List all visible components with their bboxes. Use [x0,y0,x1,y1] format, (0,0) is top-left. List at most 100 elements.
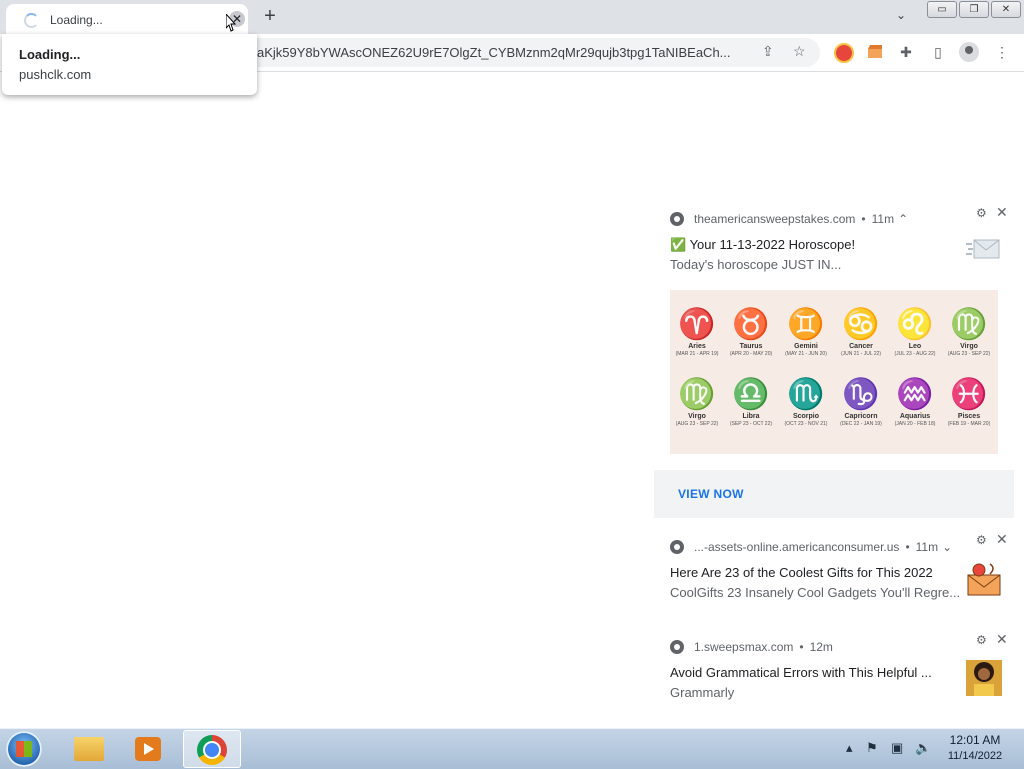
zodiac-dates: (MAY 21 - JUN 20) [785,351,827,357]
clapperboard-extension-icon[interactable] [867,44,883,58]
notification-settings-gear-icon[interactable]: ⚙ [976,633,987,647]
extension-icon[interactable] [834,43,854,63]
taskbar-chrome[interactable] [183,730,241,768]
system-clock[interactable]: 12:01 AM 11/14/2022 [940,732,1010,764]
zodiac-sign: ♑ Capricorn (DEC 22 - JAN 19) [834,378,888,428]
zodiac-sign: ♍ Virgo (AUG 23 - SEP 22) [942,308,996,358]
zodiac-name: Cancer [849,343,873,350]
zodiac-sign: ♏ Scorpio (OCT 23 - NOV 21) [779,378,833,428]
bookmark-star-icon[interactable]: ☆ [793,43,806,60]
collapse-chevron-icon[interactable]: ⌃ [898,212,908,226]
notification-header: 1.sweepsmax.com • 12m [670,639,833,655]
folder-icon [74,737,104,761]
zodiac-dates: (JAN 20 - FEB 18) [894,421,936,427]
hover-card-domain: pushclk.com [19,67,92,82]
tab-hover-card: Loading... pushclk.com [2,34,257,95]
zodiac-dates: (OCT 23 - NOV 21) [784,421,828,427]
loading-spinner-icon [24,13,39,28]
side-panel-icon[interactable]: ▯ [928,42,948,62]
zodiac-name: Pisces [957,413,981,420]
expand-chevron-icon[interactable]: ⌄ [942,540,952,554]
address-url[interactable]: aKjk59Y8bYWAscONEZ62U9rE7OlgZt_CYBMznm2q… [257,45,747,60]
view-now-label: VIEW NOW [678,487,744,501]
windows-taskbar: ▴ ⚑ ▣ 🔈 12:01 AM 11/14/2022 [0,728,1024,769]
notification-close-icon[interactable]: ✕ [996,631,1008,648]
tab-search-button[interactable]: ⌄ [896,8,906,22]
zodiac-glyph: ♓ [950,377,988,412]
chevron-up-icon[interactable]: ▴ [846,740,853,756]
taskbar-explorer[interactable] [60,730,118,768]
taskbar-media-player[interactable] [120,730,178,768]
start-button[interactable] [6,731,42,767]
gift-envelope-icon [967,563,1001,596]
zodiac-name: Gemini [794,343,818,350]
hover-card-title: Loading... [19,47,81,62]
zodiac-name: Aquarius [899,413,931,420]
zodiac-sign: ♓ Pisces (FEB 19 - MAR 20) [942,378,996,428]
notification-header: ...-assets-online.americanconsumer.us • … [670,539,952,555]
address-bar[interactable]: aKjk59Y8bYWAscONEZ62U9rE7OlgZt_CYBMznm2q… [240,38,820,67]
view-now-button[interactable]: VIEW NOW [654,470,1014,518]
notification-settings-gear-icon[interactable]: ⚙ [976,533,987,547]
maximize-button[interactable]: ❐ [959,1,989,18]
zodiac-glyph: ♈ [678,307,716,342]
notification-source: ...-assets-online.americanconsumer.us [694,540,900,554]
zodiac-name: Taurus [739,343,763,350]
zodiac-dates: (MAR 21 - APR 19) [675,351,719,357]
zodiac-dates: (DEC 22 - JAN 19) [840,421,882,427]
notification-body: CoolGifts 23 Insanely Cool Gadgets You'l… [670,585,961,600]
notification-age: 12m [809,640,833,654]
notification-age: 11m [915,540,939,554]
minimize-button[interactable]: ▭ [927,1,957,18]
close-window-button[interactable]: ✕ [991,1,1021,18]
notification-source: 1.sweepsmax.com [694,640,794,654]
zodiac-dates: (APR 20 - MAY 20) [729,351,773,357]
flag-icon[interactable]: ⚑ [866,740,878,756]
zodiac-glyph: ♑ [842,377,880,412]
zodiac-glyph: ♌ [896,307,934,342]
zodiac-glyph: ♎ [732,377,770,412]
chrome-icon [670,640,684,654]
profile-avatar[interactable] [959,42,979,62]
chrome-icon [670,212,684,226]
zodiac-name: Libra [742,413,760,420]
zodiac-glyph: ♊ [787,307,825,342]
zodiac-name: Leo [908,343,922,350]
zodiac-name: Virgo [688,413,706,420]
horoscope-image: ♈ Aries (MAR 21 - APR 19) ♉ Taurus (APR … [670,290,998,454]
tab-title: Loading... [50,13,103,27]
browser-tab[interactable]: Loading... ✕ [6,4,248,34]
notification-source: theamericansweepstakes.com [694,212,856,226]
zodiac-glyph: ♒ [896,377,934,412]
separator-dot: • [905,540,910,554]
mouse-cursor-icon [226,14,236,32]
zodiac-sign: ♍ Virgo (AUG 23 - SEP 22) [670,378,724,428]
media-player-icon [135,737,161,761]
zodiac-glyph: ♍ [950,307,988,342]
zodiac-dates: (JUN 21 - JUL 22) [840,351,882,357]
network-icon[interactable]: ▣ [891,740,903,756]
zodiac-name: Aries [688,343,706,350]
zodiac-sign: ♉ Taurus (APR 20 - MAY 20) [724,308,778,358]
zodiac-dates: (SEP 23 - OCT 22) [729,421,773,427]
volume-icon[interactable]: 🔈 [915,740,931,756]
notification-title: Avoid Grammatical Errors with This Helpf… [670,665,932,680]
notification-close-icon[interactable]: ✕ [996,204,1008,221]
zodiac-glyph: ♋ [842,307,880,342]
share-icon[interactable]: ⇪ [762,43,774,60]
zodiac-dates: (AUG 23 - SEP 22) [675,421,719,427]
zodiac-name: Virgo [960,343,978,350]
zodiac-dates: (JUL 23 - AUG 22) [894,351,936,357]
notification-settings-gear-icon[interactable]: ⚙ [976,206,987,220]
clock-date: 11/14/2022 [947,750,1003,762]
new-tab-button[interactable]: + [259,5,281,27]
separator-dot: • [799,640,804,654]
zodiac-sign: ♈ Aries (MAR 21 - APR 19) [670,308,724,358]
notification-body: Today's horoscope JUST IN... [670,257,842,272]
menu-kebab-icon[interactable]: ⋮ [992,42,1012,62]
notification-header: theamericansweepstakes.com • 11m ⌃ [670,211,908,227]
zodiac-sign: ♌ Leo (JUL 23 - AUG 22) [888,308,942,358]
extensions-puzzle-icon[interactable]: ✚ [896,42,916,62]
zodiac-name: Scorpio [792,413,820,420]
notification-close-icon[interactable]: ✕ [996,531,1008,548]
